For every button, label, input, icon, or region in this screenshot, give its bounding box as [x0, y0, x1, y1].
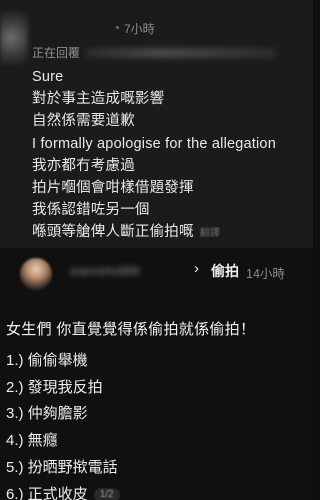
reply-message-body: Sure 對於事主造成嘅影響 自然係需要道歉 I formally apolog…	[32, 66, 276, 246]
chevron-right-icon: ›	[194, 260, 199, 277]
post-username[interactable]: joanneho888	[70, 264, 188, 276]
topic-tag[interactable]: 偷拍	[211, 261, 239, 281]
screenshot-page: 7小時 正在回覆 Sure 對於事主造成嘅影響 自然係需要道歉 I formal…	[0, 0, 313, 500]
reply-line-last: 喺頭等艙俾人斷正偷拍嘅 翻譯	[32, 221, 276, 245]
reply-line: 拍片嗰個會咁樣借題發揮	[32, 180, 194, 197]
list-item: 1.) 偷偷舉機	[6, 352, 88, 369]
list-item: 3.) 仲夠膽影	[6, 405, 88, 423]
reply-timestamp: 7小時	[124, 22, 155, 36]
reply-line: 自然係需要道歉	[32, 113, 135, 130]
blurred-reply-target	[86, 47, 277, 58]
avatar[interactable]	[20, 258, 52, 290]
list-item: 5.) 扮晒野揿電話	[6, 458, 118, 476]
blurred-avatar[interactable]	[0, 12, 28, 64]
post-list: 1.) 偷偷舉機 2.) 發現我反拍 3.) 仲夠膽影 4.) 無癮 5.) 扮…	[6, 348, 120, 500]
translate-link[interactable]: 翻譯	[200, 228, 220, 239]
reply-line: 我亦都冇考慮過	[32, 157, 135, 174]
post-headline: 女生們 你直覺覺得係偷拍就係偷拍！	[6, 321, 256, 338]
list-item-text: 6.) 正式收皮	[6, 485, 88, 500]
replying-to-line[interactable]: 正在回覆	[32, 44, 277, 61]
reply-line: I formally apologise for the allegation	[32, 135, 276, 152]
list-item-last: 6.) 正式收皮 1/2	[6, 482, 120, 500]
list-item: 2.) 發現我反拍	[6, 378, 103, 396]
post-panel: joanneho888 › 偷拍 14小時 女生們 你直覺覺得係偷拍就係偷拍！ …	[0, 248, 313, 500]
reply-line-text: 喺頭等艙俾人斷正偷拍嘅	[32, 224, 194, 241]
reply-line: 我係認錯咗另一個	[32, 202, 150, 219]
separator-dot	[116, 26, 119, 29]
reply-line: Sure	[32, 69, 64, 85]
reply-panel: 7小時 正在回覆 Sure 對於事主造成嘅影響 自然係需要道歉 I formal…	[0, 0, 313, 248]
page-indicator: 1/2	[93, 487, 120, 500]
post-timestamp: 14小時	[246, 267, 285, 281]
list-item: 4.) 無癮	[6, 432, 58, 450]
reply-line: 對於事主造成嘅影響	[32, 91, 165, 108]
replying-to-label: 正在回覆	[32, 46, 81, 60]
